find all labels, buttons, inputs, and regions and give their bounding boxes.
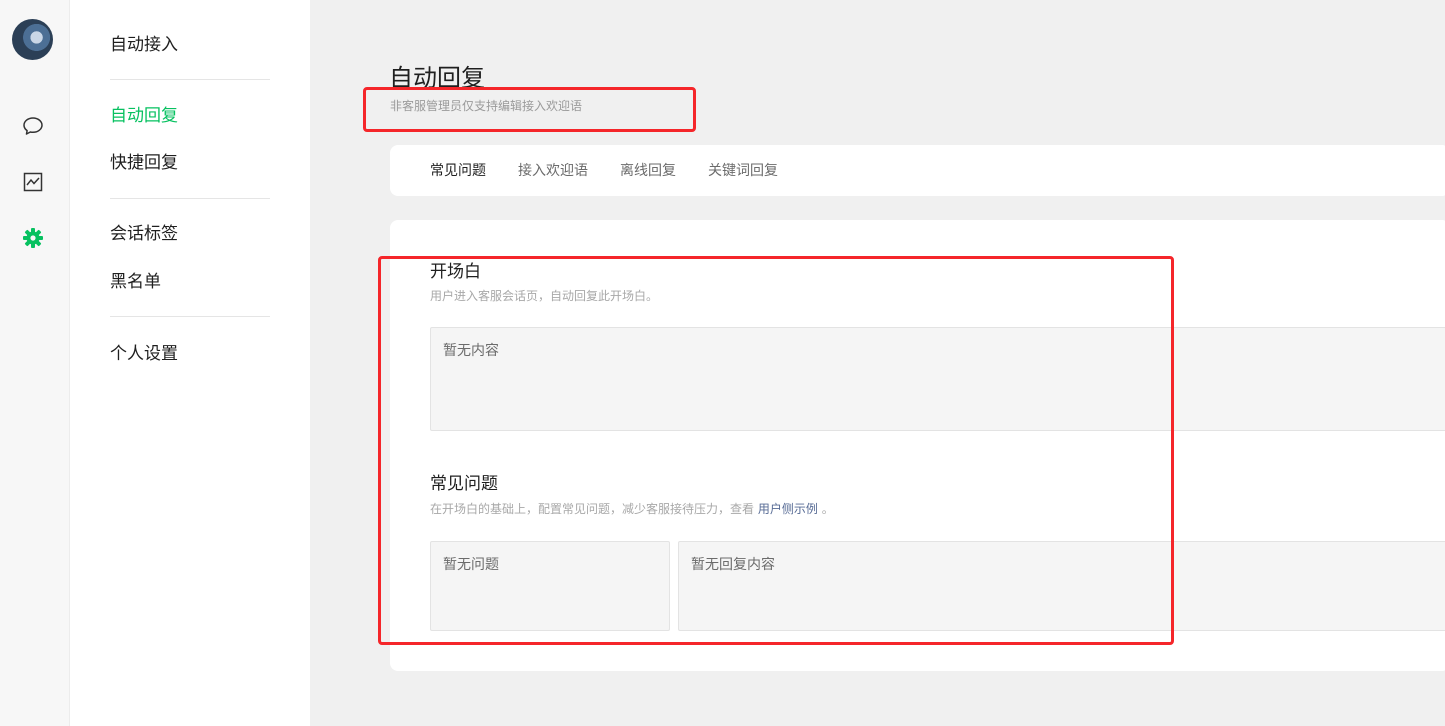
subnav-item-session-tags[interactable]: 会话标签: [110, 222, 178, 246]
user-side-example-link[interactable]: 用户侧示例: [758, 502, 818, 516]
faq-desc-text: 在开场白的基础上，配置常见问题，减少客服接待压力，查看: [430, 502, 755, 516]
faq-desc: 在开场白的基础上，配置常见问题，减少客服接待压力，查看 用户侧示例 。: [430, 501, 834, 517]
opening-title: 开场白: [430, 262, 481, 282]
faq-answer-box[interactable]: 暂无回复内容: [678, 541, 1445, 631]
subnav-item-quick-reply[interactable]: 快捷回复: [110, 151, 178, 175]
faq-title: 常见问题: [430, 474, 498, 494]
icon-rail: [0, 0, 70, 726]
subnav-item-auto-reply[interactable]: 自动回复: [110, 104, 178, 128]
subnav-item-auto-access[interactable]: 自动接入: [110, 33, 178, 57]
tab-welcome[interactable]: 接入欢迎语: [518, 161, 588, 181]
tab-faq[interactable]: 常见问题: [430, 161, 486, 181]
subnav-item-personal-settings[interactable]: 个人设置: [110, 342, 178, 366]
content-card: 开场白 用户进入客服会话页，自动回复此开场白。 暂无内容 常见问题 在开场白的基…: [390, 220, 1445, 671]
settings-subnav: 自动接入 自动回复 快捷回复 会话标签 黑名单 个人设置: [70, 0, 310, 726]
chat-bubble-icon[interactable]: [21, 114, 45, 138]
opening-desc: 用户进入客服会话页，自动回复此开场白。: [430, 289, 659, 303]
tab-keyword-reply[interactable]: 关键词回复: [708, 161, 778, 181]
user-avatar[interactable]: [12, 19, 53, 60]
subnav-divider: [110, 198, 270, 199]
subnav-item-blacklist[interactable]: 黑名单: [110, 270, 161, 294]
subnav-divider: [110, 79, 270, 80]
faq-desc-suffix: 。: [821, 502, 834, 516]
analytics-chart-icon[interactable]: [21, 170, 45, 194]
page-subtitle: 非客服管理员仅支持编辑接入欢迎语: [390, 99, 583, 113]
opening-content-box[interactable]: 暂无内容: [430, 327, 1445, 431]
reply-tabs: 常见问题 接入欢迎语 离线回复 关键词回复: [390, 145, 1445, 196]
faq-question-box[interactable]: 暂无问题: [430, 541, 670, 631]
tab-offline-reply[interactable]: 离线回复: [620, 161, 676, 181]
gear-icon[interactable]: [21, 226, 45, 250]
page-title: 自动回复: [389, 64, 485, 92]
subnav-divider: [110, 316, 270, 317]
